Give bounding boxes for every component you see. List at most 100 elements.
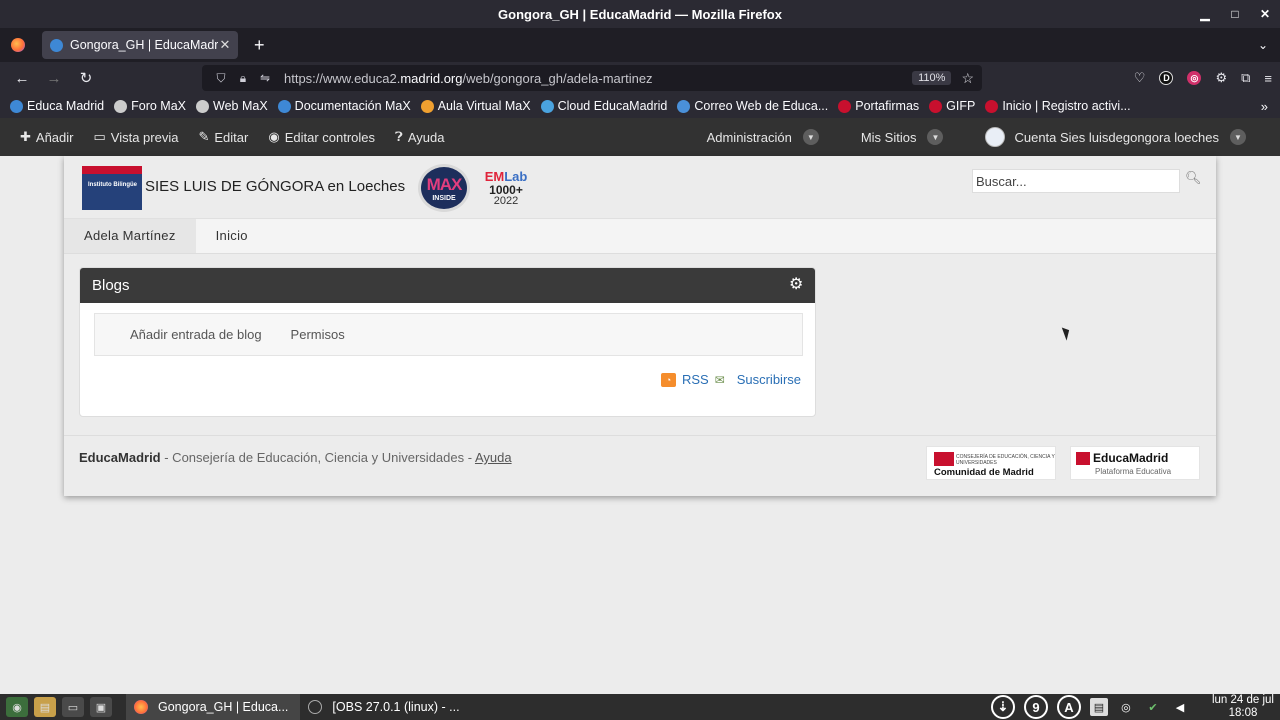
emlab-logo: EMLab 1000+ 2022 bbox=[478, 170, 534, 208]
update-check-icon[interactable]: ✔ bbox=[1144, 698, 1162, 716]
task-firefox[interactable]: Gongora_GH | Educa... bbox=[126, 694, 301, 720]
back-button[interactable]: ← bbox=[6, 62, 38, 94]
task-label: Gongora_GH | Educa... bbox=[158, 700, 289, 714]
chevron-down-icon: ▼ bbox=[1230, 129, 1246, 145]
task-label: [OBS 27.0.1 (linux) - ... bbox=[332, 700, 460, 714]
footer-help-link[interactable]: Ayuda bbox=[475, 450, 512, 465]
chevron-down-icon: ▼ bbox=[802, 129, 819, 145]
edit-label: Editar bbox=[214, 129, 249, 145]
obs-tray-icon[interactable]: ◎ bbox=[1117, 698, 1135, 716]
help-button[interactable]: ❓︎ Ayuda bbox=[395, 129, 444, 145]
admin-menu[interactable]: Administración ▼ bbox=[707, 129, 819, 145]
url-bar[interactable]: ⛉ 🔒︎ ⇋ https://www.educa2.madrid.org/web… bbox=[202, 65, 982, 91]
clipboard-icon[interactable]: ▤ bbox=[1089, 698, 1108, 716]
permissions-icon[interactable]: ⇋ bbox=[254, 71, 276, 85]
chevron-down-icon: ▼ bbox=[927, 129, 944, 145]
new-tab-button[interactable]: + bbox=[254, 35, 265, 56]
tray-usb-icon[interactable]: ⇣ bbox=[990, 695, 1015, 719]
firefox-view-button[interactable] bbox=[0, 28, 36, 62]
tab-gongora[interactable]: Gongora_GH | EducaMadrid ✕ bbox=[42, 31, 238, 59]
tab-close-icon[interactable]: ✕ bbox=[218, 37, 232, 53]
bookmark-label: Foro MaX bbox=[131, 99, 187, 113]
bookmark-label: Correo Web de Educa... bbox=[694, 99, 829, 113]
school-logo[interactable]: Instituto Bilingüe bbox=[82, 166, 142, 210]
footer-brand: EducaMadrid bbox=[79, 450, 161, 465]
account-menu[interactable]: Cuenta Sies luisdegongora loeches ▼ bbox=[985, 127, 1246, 147]
pocket-icon[interactable]: ♡ bbox=[1134, 70, 1146, 86]
add-button[interactable]: ✚ Añadir bbox=[20, 129, 73, 145]
nav-item-inicio[interactable]: Inicio bbox=[196, 219, 268, 253]
logo-text: Instituto Bilingüe bbox=[88, 182, 137, 188]
permissions-button[interactable]: Permisos bbox=[291, 327, 345, 342]
rss-link[interactable]: RSS bbox=[682, 372, 709, 387]
app-menu-icon[interactable]: ◉ bbox=[6, 697, 28, 717]
close-window-button[interactable]: ✕ bbox=[1258, 7, 1272, 21]
bookmark-item[interactable]: Educa Madrid bbox=[10, 99, 104, 113]
volume-icon[interactable]: ◀ bbox=[1171, 698, 1189, 716]
zoom-indicator[interactable]: 110% bbox=[912, 71, 952, 85]
subscribe-link[interactable]: Suscribirse bbox=[737, 372, 801, 387]
add-label: Añadir bbox=[35, 129, 74, 145]
reload-button[interactable]: ↻ bbox=[70, 62, 102, 94]
nav-item-adela-martinez[interactable]: Adela Martínez bbox=[64, 219, 196, 253]
clock[interactable]: lun 24 de jul 18:08 bbox=[1212, 694, 1274, 719]
bookmark-item[interactable]: Foro MaX bbox=[114, 99, 186, 113]
emlab-year: 2022 bbox=[493, 195, 519, 208]
firefox-icon bbox=[11, 38, 25, 52]
bookmark-item[interactable]: Aula Virtual MaX bbox=[420, 99, 531, 113]
bookmark-item[interactable]: Cloud EducaMadrid bbox=[540, 99, 667, 113]
search-input[interactable]: Buscar... bbox=[972, 169, 1180, 193]
site-name[interactable]: SIES LUIS DE GÓNGORA en Loeches bbox=[145, 178, 405, 195]
task-obs[interactable]: [OBS 27.0.1 (linux) - ... bbox=[300, 694, 471, 720]
bookmark-item[interactable]: Web MaX bbox=[196, 99, 268, 113]
url-text[interactable]: https://www.educa2.madrid.org/web/gongor… bbox=[284, 71, 912, 86]
admin-label: Administración bbox=[706, 129, 792, 145]
bookmark-star-icon[interactable]: ☆ bbox=[961, 70, 974, 87]
preview-button[interactable]: ▭ Vista previa bbox=[93, 129, 178, 145]
app-menu-button[interactable]: ≡ bbox=[1264, 71, 1272, 86]
clock-date: lun 24 de jul bbox=[1211, 694, 1274, 707]
list-all-tabs-button[interactable]: ⌄ bbox=[1258, 38, 1268, 52]
edit-button[interactable]: ✎ Editar bbox=[198, 129, 248, 145]
clock-time: 18:08 bbox=[1228, 707, 1258, 719]
portlet-title: Blogs bbox=[92, 277, 130, 294]
search-icon[interactable]: 🔍︎ bbox=[1185, 170, 1203, 188]
comunidad-madrid-logo[interactable]: CONSEJERÍA DE EDUCACIÓN, CIENCIA Y UNIVE… bbox=[926, 446, 1056, 480]
edit-controls-label: Editar controles bbox=[284, 129, 376, 145]
plus-icon: ✚ bbox=[20, 129, 31, 144]
files-icon[interactable]: ▤ bbox=[34, 697, 56, 717]
extension-gear-icon[interactable]: ⚙ bbox=[1215, 70, 1227, 86]
educamadrid-favicon-icon bbox=[50, 38, 63, 52]
my-sites-menu[interactable]: Mis Sitios ▼ bbox=[861, 129, 944, 145]
terminal-icon[interactable]: ▭ bbox=[62, 697, 84, 717]
educamadrid-logo[interactable]: EducaMadrid Plataforma Educativa bbox=[1070, 446, 1200, 480]
system-tray: ⇣ 9 A ▤ ◎ ✔ ◀ lun 24 de jul 18:08 bbox=[990, 694, 1274, 720]
bookmark-item[interactable]: Inicio | Registro activi... bbox=[985, 99, 1131, 113]
lock-icon[interactable]: 🔒︎ bbox=[232, 71, 254, 86]
extension-pink-icon[interactable]: ◎ bbox=[1187, 71, 1202, 85]
avatar bbox=[985, 127, 1006, 147]
edit-controls-button[interactable]: ◉ Editar controles bbox=[268, 129, 375, 145]
bookmark-item[interactable]: GIFP bbox=[929, 99, 975, 113]
add-blog-entry-button[interactable]: Añadir entrada de blog bbox=[130, 327, 262, 342]
gear-icon[interactable]: ⚙ bbox=[789, 277, 805, 293]
tray-a-icon[interactable]: A bbox=[1056, 695, 1081, 719]
tab-strip: Gongora_GH | EducaMadrid ✕ + ⌄ bbox=[0, 28, 1280, 62]
bookmark-label: Educa Madrid bbox=[27, 99, 105, 113]
minimize-button[interactable]: ▁ bbox=[1198, 7, 1212, 21]
bookmarks-more-button[interactable]: » bbox=[1261, 99, 1268, 114]
tracking-protection-icon[interactable]: ⛉ bbox=[210, 71, 232, 86]
url-prefix: https://www.educa2. bbox=[284, 70, 401, 86]
bookmark-item[interactable]: Correo Web de Educa... bbox=[677, 99, 828, 113]
extensions-puzzle-icon[interactable]: ⧉ bbox=[1241, 70, 1250, 86]
screenshot-icon[interactable]: ▣ bbox=[90, 697, 112, 717]
bookmark-favicon-icon bbox=[420, 99, 434, 113]
maximize-button[interactable]: □ bbox=[1228, 7, 1242, 21]
forward-button[interactable]: → bbox=[38, 62, 70, 94]
extension-d-icon[interactable]: D bbox=[1159, 71, 1174, 85]
bookmark-item[interactable]: Portafirmas bbox=[838, 99, 919, 113]
tray-9-icon[interactable]: 9 bbox=[1023, 695, 1048, 719]
bookmark-item[interactable]: Documentación MaX bbox=[277, 99, 411, 113]
bookmark-favicon-icon bbox=[277, 99, 291, 113]
bookmark-favicon-icon bbox=[985, 99, 999, 113]
